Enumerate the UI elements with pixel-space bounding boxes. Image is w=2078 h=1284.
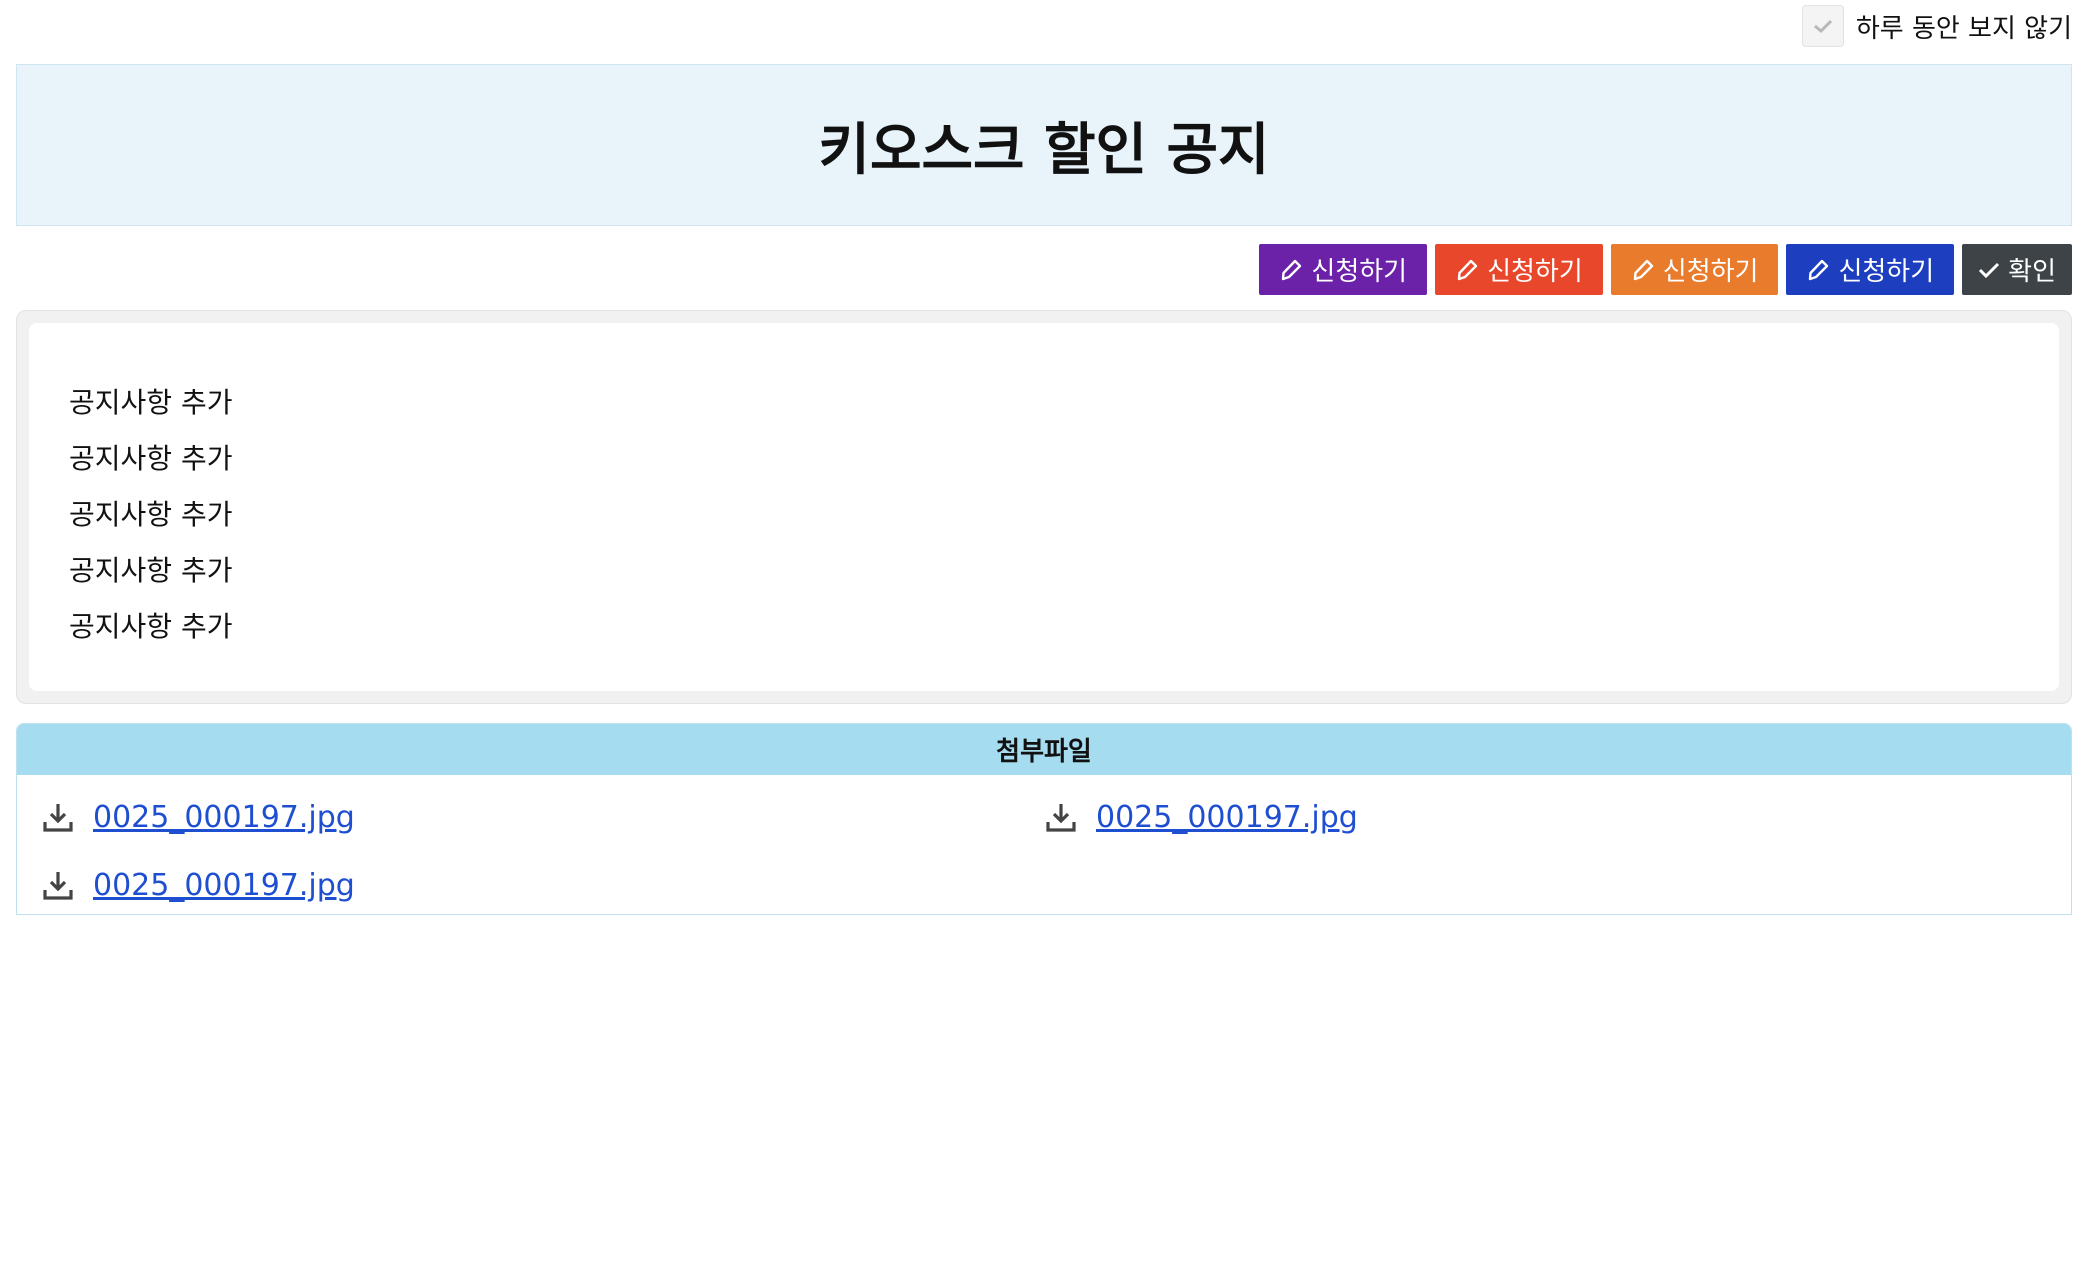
attachment-link[interactable]: 0025_000197.jpg [93, 868, 355, 903]
attachment-item: 0025_000197.jpg [41, 783, 1044, 851]
apply-button-label: 신청하기 [1311, 257, 1408, 287]
download-icon[interactable] [41, 800, 75, 834]
pencil-icon [1457, 259, 1478, 280]
download-icon[interactable] [1044, 800, 1078, 834]
apply-button-orange[interactable]: 신청하기 [1610, 244, 1779, 295]
notice-line: 공지사항 추가 [69, 386, 233, 419]
notice-line: 공지사항 추가 [69, 610, 233, 643]
notice-line: 공지사항 추가 [69, 554, 233, 587]
apply-button-label: 신청하기 [1662, 257, 1759, 287]
check-icon [1979, 262, 2000, 278]
hide-today-bar: 하루 동안 보지 않기 [1801, 4, 2072, 48]
notice-content-body: 공지사항 추가 공지사항 추가 공지사항 추가 공지사항 추가 공지사항 추가 [29, 323, 2059, 691]
notice-content-panel: 공지사항 추가 공지사항 추가 공지사항 추가 공지사항 추가 공지사항 추가 [16, 310, 2072, 704]
hide-today-checkbox[interactable] [1801, 5, 1844, 47]
notice-header: 키오스크 할인 공지 [16, 64, 2072, 226]
pencil-icon [1809, 259, 1829, 280]
attachments-panel: 첨부파일 0025_000197.jpg 0025_000197.jpg 002… [16, 723, 2072, 915]
apply-button-blue[interactable]: 신청하기 [1786, 244, 1955, 295]
download-icon[interactable] [41, 868, 75, 902]
action-buttons: 신청하기 신청하기 신청하기 신청하기 확인 [1259, 244, 2072, 295]
apply-button-red[interactable]: 신청하기 [1435, 244, 1603, 295]
confirm-button[interactable]: 확인 [1962, 244, 2072, 295]
apply-button-label: 신청하기 [1487, 257, 1583, 287]
attachment-item: 0025_000197.jpg [41, 851, 1044, 914]
pencil-icon [1282, 259, 1302, 280]
notice-line: 공지사항 추가 [69, 498, 233, 531]
apply-button-label: 신청하기 [1838, 257, 1935, 287]
page-title: 키오스크 할인 공지 [818, 117, 1270, 183]
pencil-icon [1633, 259, 1653, 280]
attachments-list: 0025_000197.jpg 0025_000197.jpg 0025_000… [17, 775, 2071, 914]
attachment-link[interactable]: 0025_000197.jpg [1096, 800, 1358, 835]
attachment-link[interactable]: 0025_000197.jpg [93, 800, 355, 835]
attachment-item: 0025_000197.jpg [1044, 783, 2047, 851]
apply-button-purple[interactable]: 신청하기 [1259, 244, 1428, 295]
check-icon [1813, 19, 1832, 34]
confirm-button-label: 확인 [2008, 257, 2056, 287]
attachments-title: 첨부파일 [17, 724, 2071, 775]
hide-today-label[interactable]: 하루 동안 보지 않기 [1856, 8, 2072, 45]
notice-line: 공지사항 추가 [69, 442, 233, 475]
